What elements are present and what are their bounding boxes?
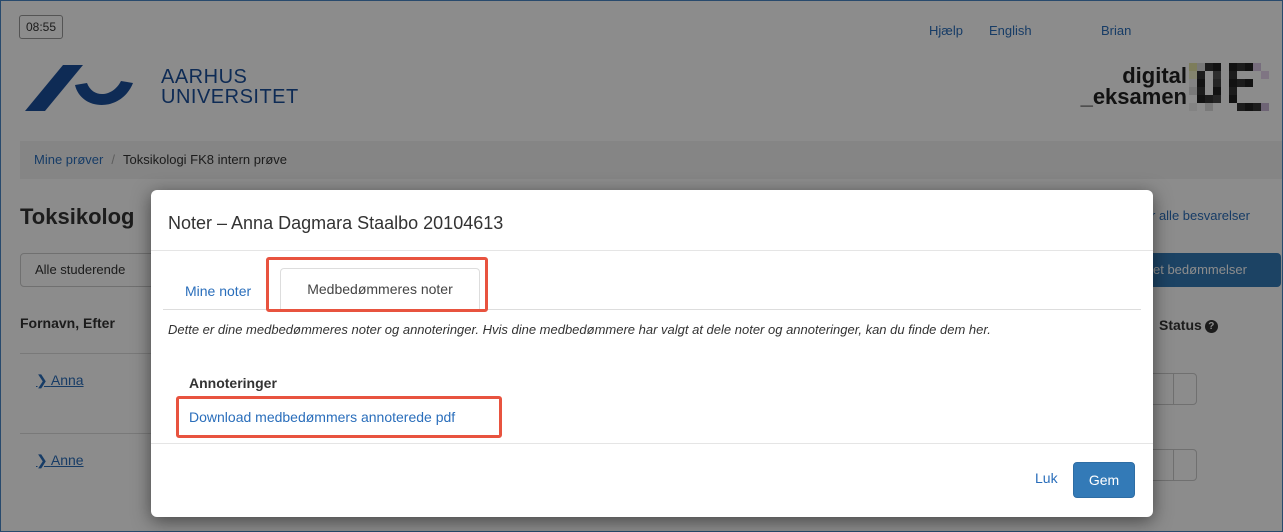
save-button[interactable]: Gem [1073,462,1135,498]
highlight-box-link [176,396,502,438]
close-button[interactable]: Luk [1035,470,1058,486]
highlight-box-tab [266,257,488,312]
dialog-footer: Luk Gem [151,443,1153,517]
dialog-header: Noter – Anna Dagmara Staalbo 20104613 [151,190,1153,251]
dialog-title: Noter – Anna Dagmara Staalbo 20104613 [168,213,504,233]
notes-dialog: Noter – Anna Dagmara Staalbo 20104613 Mi… [151,190,1153,517]
tab-my-notes[interactable]: Mine noter [185,283,251,299]
notes-description: Dette er dine medbedømmeres noter og ann… [168,322,991,337]
annotations-heading: Annoteringer [189,375,277,391]
